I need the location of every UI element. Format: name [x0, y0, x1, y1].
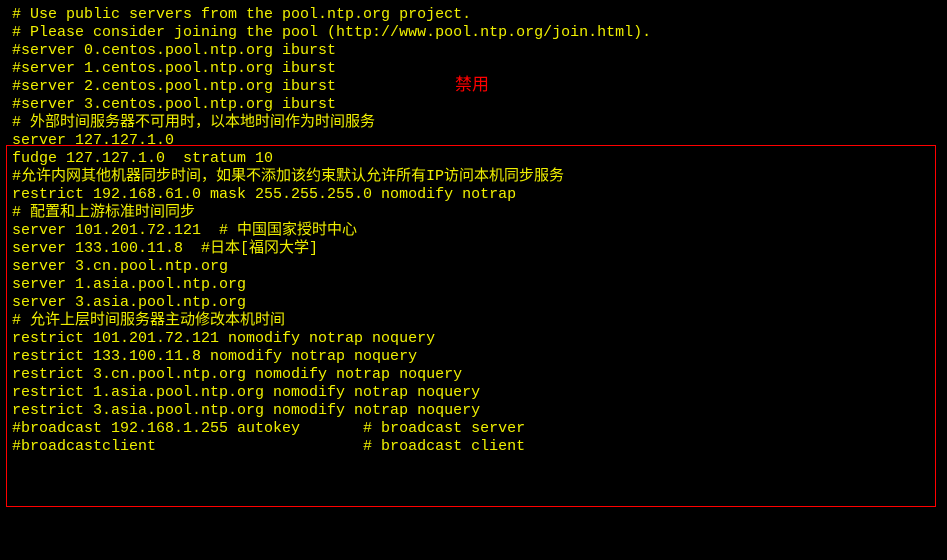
config-line: # 配置和上游标准时间同步	[12, 204, 935, 222]
config-line: restrict 3.cn.pool.ntp.org nomodify notr…	[12, 366, 935, 384]
config-line: # 允许上层时间服务器主动修改本机时间	[12, 312, 935, 330]
config-line: server 3.asia.pool.ntp.org	[12, 294, 935, 312]
config-line: fudge 127.127.1.0 stratum 10	[12, 150, 935, 168]
config-line: restrict 1.asia.pool.ntp.org nomodify no…	[12, 384, 935, 402]
config-line: restrict 101.201.72.121 nomodify notrap …	[12, 330, 935, 348]
config-line: #server 1.centos.pool.ntp.org iburst	[12, 60, 935, 78]
config-line: server 133.100.11.8 #日本[福冈大学]	[12, 240, 935, 258]
config-line: #server 3.centos.pool.ntp.org iburst	[12, 96, 935, 114]
config-line: restrict 133.100.11.8 nomodify notrap no…	[12, 348, 935, 366]
config-line: #broadcast 192.168.1.255 autokey # broad…	[12, 420, 935, 438]
config-line: #允许内网其他机器同步时间，如果不添加该约束默认允许所有IP访问本机同步服务	[12, 168, 935, 186]
terminal-viewport[interactable]: # Use public servers from the pool.ntp.o…	[0, 0, 947, 462]
config-line: #broadcastclient # broadcast client	[12, 438, 935, 456]
config-line: server 127.127.1.0	[12, 132, 935, 150]
config-line: restrict 3.asia.pool.ntp.org nomodify no…	[12, 402, 935, 420]
annotation-disabled: 禁用	[455, 78, 489, 96]
config-line: # Please consider joining the pool (http…	[12, 24, 935, 42]
config-line: server 1.asia.pool.ntp.org	[12, 276, 935, 294]
config-line: server 101.201.72.121 # 中国国家授时中心	[12, 222, 935, 240]
config-line: restrict 192.168.61.0 mask 255.255.255.0…	[12, 186, 935, 204]
config-line: # Use public servers from the pool.ntp.o…	[12, 6, 935, 24]
config-line: #server 0.centos.pool.ntp.org iburst	[12, 42, 935, 60]
config-line: # 外部时间服务器不可用时，以本地时间作为时间服务	[12, 114, 935, 132]
config-line: server 3.cn.pool.ntp.org	[12, 258, 935, 276]
